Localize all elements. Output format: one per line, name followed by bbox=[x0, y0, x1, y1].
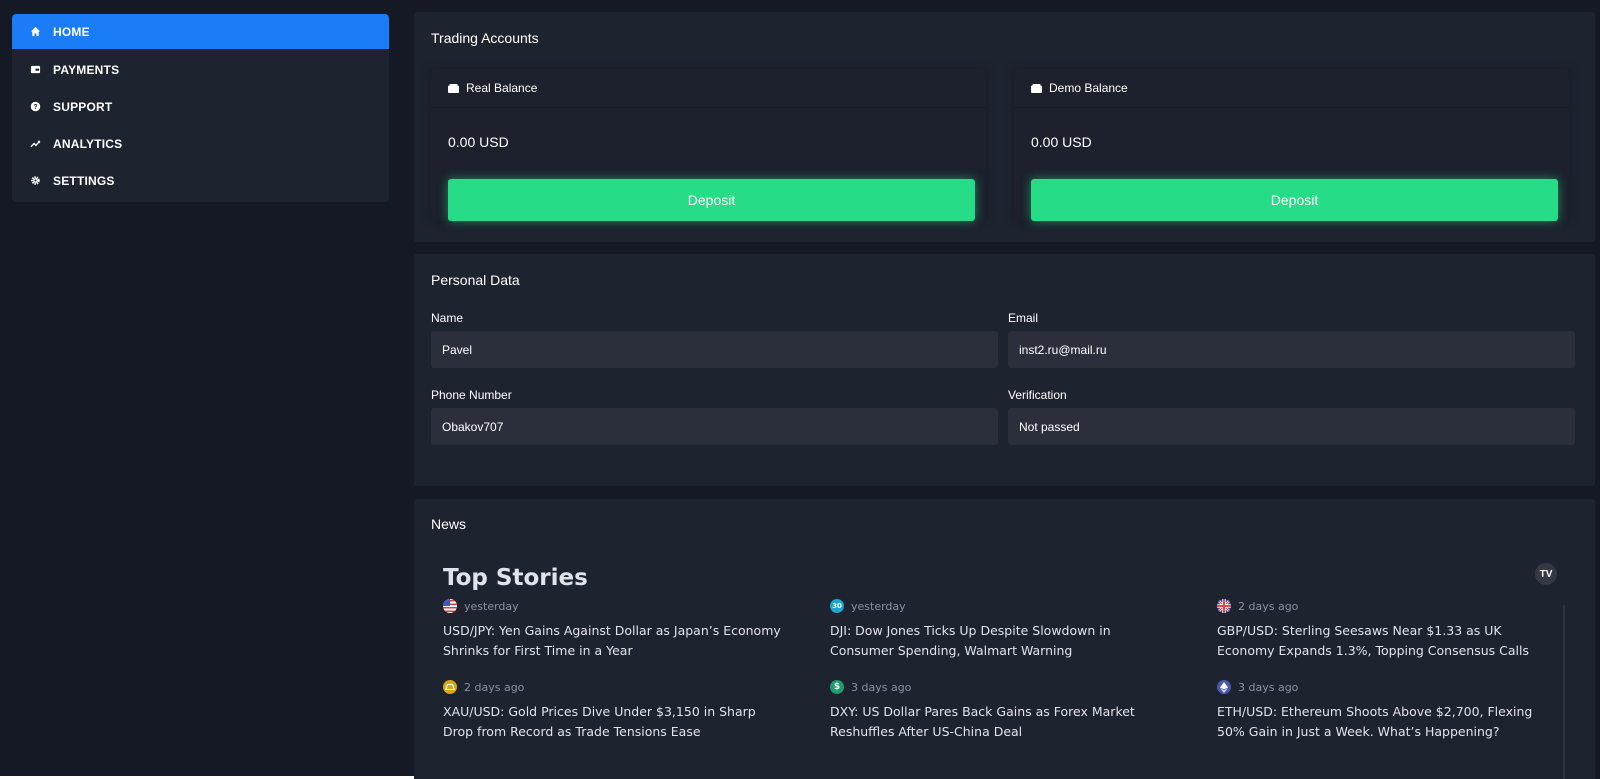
story-headline[interactable]: XAU/USD: Gold Prices Dive Under $3,150 i… bbox=[443, 702, 783, 742]
wallet-icon bbox=[1031, 83, 1042, 93]
sidebar-item-label: SETTINGS bbox=[53, 173, 115, 188]
svg-text:?: ? bbox=[33, 104, 37, 111]
sidebar-item-label: SUPPORT bbox=[53, 99, 113, 114]
story-time: yesterday bbox=[851, 599, 906, 613]
demo-balance-label: Demo Balance bbox=[1049, 81, 1128, 95]
wallet-icon bbox=[29, 64, 41, 76]
sidebar-item-label: PAYMENTS bbox=[53, 62, 120, 77]
email-label: Email bbox=[1008, 311, 1039, 325]
verification-label: Verification bbox=[1008, 388, 1067, 402]
story-time: yesterday bbox=[464, 599, 519, 613]
sidebar-item-label: ANALYTICS bbox=[53, 136, 123, 151]
story-time: 2 days ago bbox=[1238, 599, 1299, 613]
story-time: 2 days ago bbox=[464, 680, 525, 694]
email-field[interactable]: inst2.ru@mail.ru bbox=[1008, 331, 1575, 368]
sidebar-item-analytics[interactable]: ANALYTICS bbox=[12, 125, 389, 162]
news-story[interactable]: $ 3 days ago DXY: US Dollar Pares Back G… bbox=[830, 680, 1170, 742]
gold-icon bbox=[443, 680, 457, 694]
ethereum-icon bbox=[1217, 680, 1231, 694]
home-icon bbox=[29, 26, 41, 38]
news-panel: News Top Stories TV yesterday USD/JPY: Y… bbox=[414, 499, 1595, 779]
tradingview-logo-icon[interactable]: TV bbox=[1535, 563, 1557, 585]
personal-data-panel: Personal Data Name Pavel Email inst2.ru@… bbox=[414, 254, 1595, 486]
dollar-icon: $ bbox=[830, 680, 844, 694]
story-time: 3 days ago bbox=[1238, 680, 1299, 694]
panel-title: News bbox=[431, 516, 467, 532]
card-header: Demo Balance bbox=[1014, 69, 1569, 108]
help-icon: ? bbox=[29, 101, 41, 113]
panel-title: Trading Accounts bbox=[431, 30, 539, 46]
phone-label: Phone Number bbox=[431, 388, 512, 402]
news-story[interactable]: 2 days ago GBP/USD: Sterling Seesaws Nea… bbox=[1217, 599, 1557, 661]
story-time: 3 days ago bbox=[851, 680, 912, 694]
gear-icon bbox=[29, 175, 41, 187]
panel-title: Personal Data bbox=[431, 272, 520, 288]
story-headline[interactable]: ETH/USD: Ethereum Shoots Above $2,700, F… bbox=[1217, 702, 1557, 742]
story-headline[interactable]: DJI: Dow Jones Ticks Up Despite Slowdown… bbox=[830, 621, 1170, 661]
news-story[interactable]: yesterday USD/JPY: Yen Gains Against Dol… bbox=[443, 599, 783, 661]
sidebar-item-settings[interactable]: SETTINGS bbox=[12, 162, 389, 199]
sidebar-item-payments[interactable]: PAYMENTS bbox=[12, 51, 389, 88]
us-flag-icon bbox=[443, 599, 457, 613]
real-balance-card: Real Balance 0.00 USD Deposit bbox=[431, 69, 986, 221]
trend-up-icon bbox=[29, 138, 41, 150]
phone-field[interactable]: Obakov707 bbox=[431, 408, 998, 445]
demo-balance-value: 0.00 USD bbox=[1031, 134, 1092, 150]
real-balance-value: 0.00 USD bbox=[448, 134, 509, 150]
sidebar-item-home[interactable]: HOME bbox=[12, 14, 389, 49]
real-balance-label: Real Balance bbox=[466, 81, 538, 95]
real-deposit-button[interactable]: Deposit bbox=[448, 179, 975, 221]
story-headline[interactable]: GBP/USD: Sterling Seesaws Near $1.33 as … bbox=[1217, 621, 1557, 661]
dji-30-icon: 30 bbox=[830, 599, 844, 613]
trading-accounts-panel: Trading Accounts Real Balance 0.00 USD D… bbox=[414, 12, 1595, 242]
news-story[interactable]: 30 yesterday DJI: Dow Jones Ticks Up Des… bbox=[830, 599, 1170, 661]
wallet-icon bbox=[448, 83, 459, 93]
verification-field[interactable]: Not passed bbox=[1008, 408, 1575, 445]
news-story[interactable]: 3 days ago ETH/USD: Ethereum Shoots Abov… bbox=[1217, 680, 1557, 742]
uk-flag-icon bbox=[1217, 599, 1231, 613]
name-label: Name bbox=[431, 311, 464, 325]
news-story[interactable]: 2 days ago XAU/USD: Gold Prices Dive Und… bbox=[443, 680, 783, 742]
story-headline[interactable]: DXY: US Dollar Pares Back Gains as Forex… bbox=[830, 702, 1170, 742]
name-field[interactable]: Pavel bbox=[431, 331, 998, 368]
story-headline[interactable]: USD/JPY: Yen Gains Against Dollar as Jap… bbox=[443, 621, 783, 661]
sidebar-nav: HOME PAYMENTS ? SUPPORT ANALYTICS SETTIN… bbox=[12, 14, 389, 202]
demo-deposit-button[interactable]: Deposit bbox=[1031, 179, 1558, 221]
news-scrollbar[interactable] bbox=[1563, 605, 1565, 779]
sidebar-item-support[interactable]: ? SUPPORT bbox=[12, 88, 389, 125]
top-stories-title: Top Stories bbox=[443, 565, 588, 591]
demo-balance-card: Demo Balance 0.00 USD Deposit bbox=[1014, 69, 1569, 221]
card-header: Real Balance bbox=[431, 69, 986, 108]
sidebar-item-label: HOME bbox=[53, 24, 90, 39]
